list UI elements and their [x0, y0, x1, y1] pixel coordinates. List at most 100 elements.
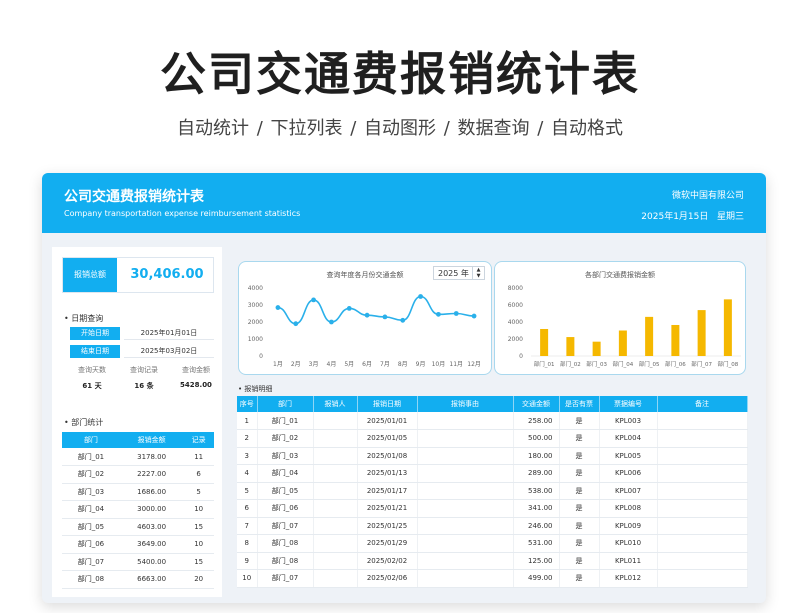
- table-cell: 4: [237, 464, 258, 483]
- table-cell: 5: [183, 483, 214, 501]
- table-cell: [657, 534, 748, 553]
- table-cell: [657, 412, 748, 430]
- dept-col-header: 部门: [62, 432, 120, 448]
- x-tick-label: 9月: [416, 361, 426, 368]
- table-cell: KPL006: [599, 464, 658, 483]
- stat-amount-value: 5428.00: [180, 381, 212, 389]
- table-cell: 是: [559, 464, 600, 483]
- table-row: 部门_01 3178.00 11: [62, 448, 214, 466]
- bar: [618, 330, 627, 356]
- bar-chart-title: 各部门交通费报销金额: [585, 271, 655, 279]
- table-cell: 部门_02: [257, 429, 314, 448]
- table-cell: 部门_01: [257, 412, 314, 430]
- table-cell: [417, 412, 514, 430]
- bar: [592, 341, 601, 356]
- table-cell: 部门_06: [62, 535, 120, 554]
- left-panel: 报销总额 30,406.00 • 日期查询 开始日期 2025年01月01日 结…: [52, 247, 222, 597]
- table-cell: 3: [237, 447, 258, 465]
- year-select[interactable]: 2025 年 ▲ ▼: [433, 266, 485, 280]
- column-header: 序号: [237, 396, 258, 412]
- table-cell: 3178.00: [119, 448, 184, 466]
- table-cell: 部门_05: [257, 482, 314, 500]
- data-point: [418, 294, 423, 299]
- detail-table: 序号 部门 报销人 报销日期 报销事由 交通金额 是否有票 票据编号 备注 1 部门_01 2025…: [237, 396, 748, 588]
- year-spinner[interactable]: ▲ ▼: [472, 267, 484, 280]
- table-cell: 180.00: [513, 447, 560, 465]
- chevron-down-icon[interactable]: ▼: [473, 273, 484, 279]
- stat-records-head: 查询记录: [130, 366, 158, 374]
- table-row: 部门_05 4603.00 15: [62, 518, 214, 536]
- column-header: 备注: [657, 396, 748, 412]
- bar: [697, 310, 706, 356]
- page-title: 公司交通费报销统计表: [160, 47, 640, 101]
- table-cell: 9: [237, 552, 258, 570]
- table-row: 6 部门_06 2025/01/21 341.00 是 KPL008: [237, 499, 748, 518]
- y-tick-label: 2000: [248, 319, 263, 326]
- table-row: 9 部门_08 2025/02/02 125.00 是 KPL011: [237, 552, 748, 570]
- table-cell: 6: [237, 499, 258, 518]
- y-tick-label: 8000: [508, 285, 523, 292]
- table-row: 部门_03 1686.00 5: [62, 483, 214, 501]
- stat-amount-head: 查询金额: [182, 366, 210, 374]
- table-cell: KPL012: [599, 569, 658, 588]
- x-tick-label: 部门_05: [639, 360, 660, 368]
- end-date-input[interactable]: 2025年03月02日: [124, 345, 214, 358]
- x-tick-label: 2月: [291, 361, 301, 368]
- x-tick-label: 3月: [309, 361, 319, 368]
- column-header: 报销人: [313, 396, 358, 412]
- table-cell: 2: [237, 429, 258, 448]
- table-cell: 部门_03: [257, 447, 314, 465]
- table-cell: 2025/01/17: [357, 482, 418, 500]
- start-date-input[interactable]: 2025年01月01日: [124, 327, 214, 340]
- table-row: 5 部门_05 2025/01/17 538.00 是 KPL007: [237, 482, 748, 500]
- year-select-value: 2025 年: [438, 269, 469, 278]
- table-cell: 500.00: [513, 429, 560, 448]
- column-header: 报销日期: [357, 396, 418, 412]
- y-tick-label: 4000: [248, 285, 263, 292]
- y-tick-label: 1000: [248, 336, 263, 343]
- stat-records: 查询记录 16 条: [120, 365, 168, 391]
- y-tick-label: 0: [519, 353, 523, 360]
- table-cell: 125.00: [513, 552, 560, 570]
- table-cell: 246.00: [513, 517, 560, 535]
- data-point: [329, 319, 334, 325]
- records-col-header: 记录: [183, 432, 214, 448]
- table-cell: [313, 447, 358, 465]
- table-cell: 部门_04: [62, 500, 120, 519]
- table-cell: 3649.00: [119, 535, 184, 554]
- table-cell: 是: [559, 534, 600, 553]
- x-tick-label: 1月: [273, 361, 283, 368]
- table-cell: [657, 482, 748, 500]
- table-row: 部门_02 2227.00 6: [62, 465, 214, 484]
- table-cell: [313, 569, 358, 588]
- data-point: [346, 306, 352, 311]
- x-tick-label: 8月: [398, 361, 408, 368]
- table-cell: 4603.00: [119, 518, 184, 536]
- table-cell: [313, 517, 358, 535]
- table-cell: 2025/01/05: [357, 429, 418, 448]
- table-cell: 258.00: [513, 412, 560, 430]
- table-cell: 8: [237, 534, 258, 553]
- table-cell: KPL004: [599, 429, 658, 448]
- table-row: 部门_06 3649.00 10: [62, 535, 214, 554]
- data-point: [453, 311, 459, 316]
- column-header: 是否有票: [559, 396, 600, 412]
- table-cell: 是: [559, 517, 600, 535]
- table-cell: [313, 482, 358, 500]
- table-cell: 是: [559, 569, 600, 588]
- column-header: 报销事由: [417, 396, 514, 412]
- table-cell: 15: [183, 518, 214, 536]
- data-point: [471, 313, 477, 319]
- table-cell: 部门_05: [62, 518, 120, 536]
- stat-amount: 查询金额 5428.00: [172, 365, 220, 389]
- table-cell: [417, 429, 514, 448]
- bar: [645, 316, 654, 356]
- company-name: 微软中国有限公司: [671, 191, 744, 201]
- table-row: 2 部门_02 2025/01/05 500.00 是 KPL004: [237, 429, 748, 448]
- x-tick-label: 11月: [449, 361, 463, 368]
- y-tick-label: 2000: [508, 336, 523, 343]
- table-cell: KPL011: [599, 552, 658, 570]
- table-cell: 10: [183, 535, 214, 554]
- table-cell: KPL003: [599, 412, 658, 430]
- table-row: 8 部门_08 2025/01/29 531.00 是 KPL010: [237, 534, 748, 553]
